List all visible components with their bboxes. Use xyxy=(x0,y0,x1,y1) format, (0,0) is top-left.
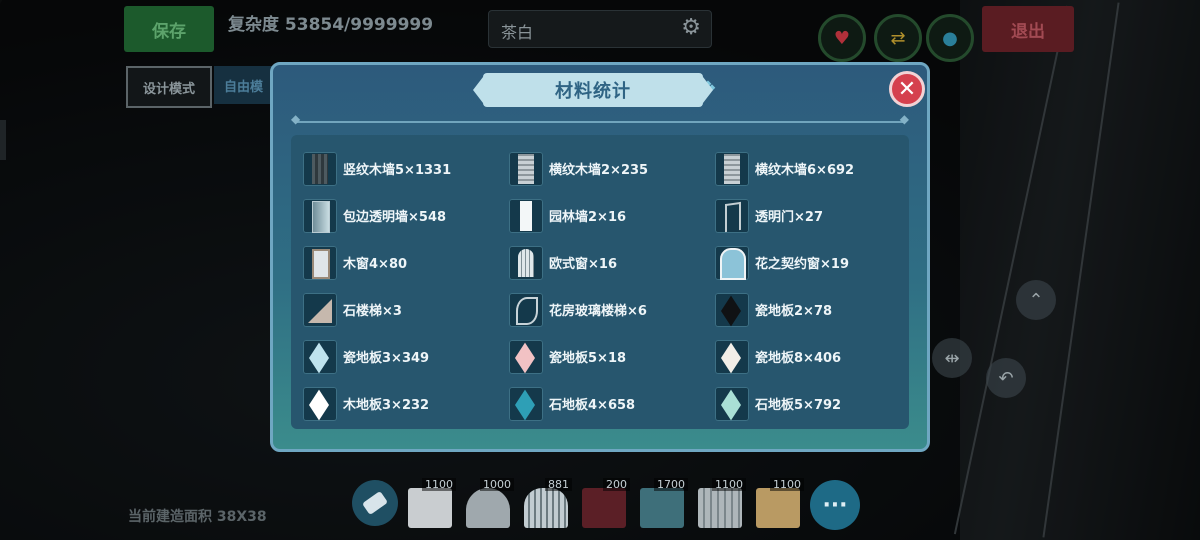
material-item-label: 竖纹木墙5×1331 xyxy=(343,163,452,178)
toolbar-slot-icon xyxy=(524,488,568,528)
color-selector-value: 茶白 xyxy=(501,23,534,42)
wood-window-icon xyxy=(303,245,337,280)
material-item: 花房玻璃楼梯×6 xyxy=(509,286,715,333)
material-item-label: 木地板3×232 xyxy=(343,398,430,413)
pink-tile-icon xyxy=(509,339,543,374)
light-blue-tile-icon xyxy=(303,339,337,374)
dialog-title: 材料统计 xyxy=(473,73,713,107)
glass-door-icon xyxy=(715,198,749,233)
spiral-stairs-icon xyxy=(509,292,543,327)
material-toolbar: 1100 1000 881 200 1700 1100 1100 ··· xyxy=(352,474,860,530)
mirror-icon[interactable]: ⇹ xyxy=(932,338,972,378)
water-drop-icon[interactable]: ● xyxy=(926,14,974,62)
toolbar-slot[interactable]: 1700 xyxy=(636,478,688,530)
material-item-label: 花房玻璃楼梯×6 xyxy=(549,304,647,319)
toolbar-slot[interactable]: 200 xyxy=(578,478,630,530)
material-item-label: 瓷地板8×406 xyxy=(755,351,842,366)
save-button[interactable]: 保存 xyxy=(124,6,214,52)
material-item: 竖纹木墙5×1331 xyxy=(303,145,509,192)
material-item-label: 透明门×27 xyxy=(755,210,823,225)
material-item-label: 欧式窗×16 xyxy=(549,257,617,272)
material-item: 横纹木墙6×692 xyxy=(715,145,905,192)
color-selector[interactable]: 茶白 ⚙ xyxy=(488,10,712,48)
horizontal-wood-wall-icon xyxy=(715,151,749,186)
vertical-wood-wall-icon xyxy=(303,151,337,186)
material-item: 欧式窗×16 xyxy=(509,239,715,286)
teal-stone-floor-icon xyxy=(509,386,543,421)
exit-button[interactable]: 退出 xyxy=(982,6,1074,52)
material-item-label: 瓷地板5×18 xyxy=(549,351,627,366)
material-item-label: 木窗4×80 xyxy=(343,257,408,272)
material-item: 瓷地板2×78 xyxy=(715,286,905,333)
glass-wall-icon xyxy=(303,198,337,233)
black-tile-icon xyxy=(715,292,749,327)
design-mode-button[interactable]: 设计模式 xyxy=(126,66,212,108)
material-item-label: 瓷地板3×349 xyxy=(343,351,430,366)
material-item: 园林墙2×16 xyxy=(509,192,715,239)
material-item-label: 园林墙2×16 xyxy=(549,210,627,225)
undo-icon[interactable]: ↶ xyxy=(986,358,1026,398)
toolbar-slot-count: 1100 xyxy=(422,478,456,491)
complexity-counter: 复杂度 53854/9999999 xyxy=(228,15,434,35)
gear-icon[interactable]: ⚙ xyxy=(681,15,701,40)
material-item-label: 包边透明墙×548 xyxy=(343,210,447,225)
toolbar-slot-count: 1700 xyxy=(654,478,688,491)
material-list-panel: 竖纹木墙5×1331 横纹木墙2×235 横纹木墙6×692 包边透明墙×548… xyxy=(291,135,909,429)
build-area-label: 当前建造面积 38X38 xyxy=(128,509,267,525)
wood-floor-icon xyxy=(303,386,337,421)
mint-stone-floor-icon xyxy=(715,386,749,421)
material-item: 花之契约窗×19 xyxy=(715,239,905,286)
toolbar-slot-icon xyxy=(756,488,800,528)
toolbar-slot-count: 1100 xyxy=(770,478,804,491)
material-item: 石地板5×792 xyxy=(715,380,905,427)
material-item: 木窗4×80 xyxy=(303,239,509,286)
eraser-icon xyxy=(361,490,389,516)
toolbar-slot[interactable]: 1100 xyxy=(694,478,746,530)
european-window-icon xyxy=(509,245,543,280)
stone-stairs-icon xyxy=(303,292,337,327)
close-button[interactable]: ✕ xyxy=(889,71,925,107)
toolbar-slot[interactable]: 1100 xyxy=(404,478,456,530)
toolbar-slot[interactable]: 1100 xyxy=(752,478,804,530)
toolbar-slot[interactable]: 881 xyxy=(520,478,572,530)
material-item-label: 横纹木墙6×692 xyxy=(755,163,855,178)
material-item-label: 石地板5×792 xyxy=(755,398,842,413)
material-item: 瓷地板5×18 xyxy=(509,333,715,380)
material-stats-dialog: ❖ ❖ 材料统计 ✕ 竖纹木墙5×1331 横纹木墙2×235 横纹木墙6×69… xyxy=(270,62,930,452)
material-item: 瓷地板3×349 xyxy=(303,333,509,380)
material-item: 瓷地板8×406 xyxy=(715,333,905,380)
material-item: 横纹木墙2×235 xyxy=(509,145,715,192)
toolbar-slot-count: 1100 xyxy=(712,478,746,491)
material-item: 石楼梯×3 xyxy=(303,286,509,333)
toolbar-slot-icon xyxy=(582,488,626,528)
material-grid: 竖纹木墙5×1331 横纹木墙2×235 横纹木墙6×692 包边透明墙×548… xyxy=(303,145,905,427)
toolbar-slot-count: 881 xyxy=(545,478,572,491)
eraser-button[interactable] xyxy=(352,480,398,526)
material-item-label: 瓷地板2×78 xyxy=(755,304,833,319)
material-item: 木地板3×232 xyxy=(303,380,509,427)
swap-icon[interactable]: ⇄ xyxy=(874,14,922,62)
title-divider xyxy=(291,112,909,126)
toolbar-slot-icon xyxy=(466,488,510,528)
material-item-label: 石楼梯×3 xyxy=(343,304,402,319)
toolbar-slot-count: 1000 xyxy=(480,478,514,491)
white-tile-icon xyxy=(715,339,749,374)
layer-up-icon[interactable]: ⌃ xyxy=(1016,280,1056,320)
material-item-label: 花之契约窗×19 xyxy=(755,257,849,272)
material-item: 透明门×27 xyxy=(715,192,905,239)
heart-icon[interactable]: ♥ xyxy=(818,14,866,62)
toolbar-slot[interactable]: 1000 xyxy=(462,478,514,530)
toolbar-slot-icon xyxy=(408,488,452,528)
garden-wall-icon xyxy=(509,198,543,233)
more-button[interactable]: ··· xyxy=(810,480,860,530)
toolbar-slot-icon xyxy=(640,488,684,528)
flower-window-icon xyxy=(715,245,749,280)
material-item: 包边透明墙×548 xyxy=(303,192,509,239)
material-item-label: 横纹木墙2×235 xyxy=(549,163,649,178)
horizontal-wood-wall-icon xyxy=(509,151,543,186)
material-item-label: 石地板4×658 xyxy=(549,398,636,413)
material-item: 石地板4×658 xyxy=(509,380,715,427)
toolbar-slot-count: 200 xyxy=(603,478,630,491)
toolbar-slot-icon xyxy=(698,488,742,528)
